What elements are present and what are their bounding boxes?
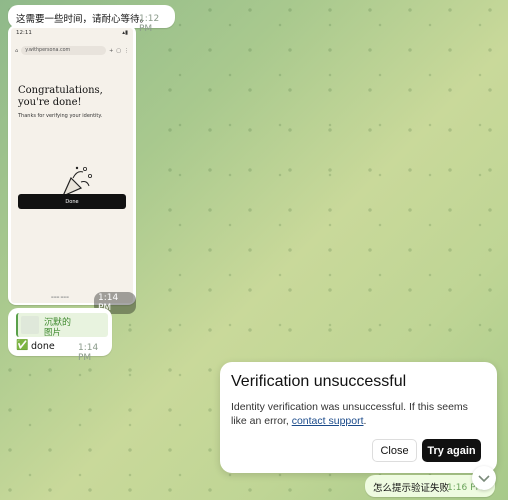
scroll-down-button[interactable]: [472, 466, 496, 490]
dialog-body: Identity verification was unsuccessful. …: [231, 400, 481, 428]
phone-status-icons: ▴▮: [122, 30, 128, 36]
message-time: 1:12 PM: [139, 14, 160, 34]
phone-url-bar: ⌂ y.withpersona.com + ▢ ⋮: [11, 44, 133, 57]
try-again-button[interactable]: Try again: [422, 439, 481, 462]
verification-dialog: Verification unsuccessful Identity verif…: [220, 362, 497, 473]
quoted-type: 图片: [44, 328, 62, 338]
message-text: 这需要一些时间，请耐心等待。: [16, 14, 150, 25]
tabs-icon: ▢: [116, 47, 121, 54]
quoted-thumbnail: [21, 316, 39, 334]
quoted-message[interactable]: 沉默的 图片: [16, 313, 108, 338]
dialog-title: Verification unsuccessful: [231, 373, 407, 390]
phone-status-bar: 12:11 ▴▮: [11, 28, 133, 44]
reply-message-bubble[interactable]: 沉默的 图片 ✅ done 1:14 PM: [8, 308, 112, 363]
phone-subtitle: Thanks for verifying your identity.: [18, 113, 103, 119]
message-text: 怎么提示验证失败: [373, 483, 450, 494]
phone-title: Congratulations, you're done!: [18, 85, 103, 108]
dialog-body-suffix: .: [363, 415, 367, 427]
phone-footer: ▬▬▬ ▬▬▬: [51, 295, 69, 299]
close-button[interactable]: Close: [372, 439, 417, 462]
phone-status-time: 12:11: [16, 30, 32, 36]
image-message-bubble[interactable]: 12:11 ▴▮ ⌂ y.withpersona.com + ▢ ⋮ Congr…: [8, 25, 136, 314]
check-emoji-icon: ✅: [16, 340, 29, 351]
phone-screenshot[interactable]: 12:11 ▴▮ ⌂ y.withpersona.com + ▢ ⋮ Congr…: [11, 28, 133, 303]
menu-dots-icon: ⋮: [124, 47, 129, 54]
message-text: done: [31, 341, 55, 352]
chevron-down-icon: [478, 475, 490, 483]
contact-support-link[interactable]: contact support: [292, 415, 364, 427]
home-icon: ⌂: [15, 47, 19, 54]
add-tab-icon: +: [109, 47, 114, 54]
message-time: 1:14 PM: [78, 343, 99, 363]
phone-url: y.withpersona.com: [21, 46, 107, 55]
phone-done-button[interactable]: Done: [18, 194, 126, 209]
